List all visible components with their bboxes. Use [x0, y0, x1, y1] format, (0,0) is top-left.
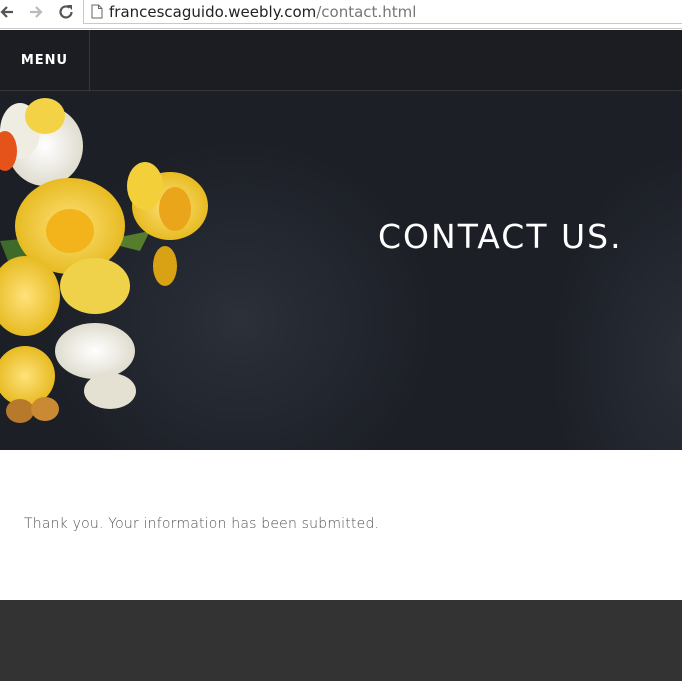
page-title: CONTACT US.: [378, 217, 623, 256]
submission-confirmation-text: Thank you. Your information has been sub…: [24, 516, 380, 532]
site-footer: [0, 600, 682, 681]
reload-button[interactable]: [56, 2, 76, 22]
url-text: francescaguido.weebly.com/contact.html: [109, 3, 416, 21]
forward-button[interactable]: [26, 2, 46, 22]
browser-toolbar: francescaguido.weebly.com/contact.html: [0, 0, 682, 29]
back-button[interactable]: [0, 2, 17, 22]
daffodil-bouquet-image: [0, 98, 208, 423]
reload-icon: [59, 5, 73, 19]
main-content: Thank you. Your information has been sub…: [0, 450, 682, 600]
menu-button[interactable]: MENU: [0, 30, 90, 90]
page-icon: [91, 4, 103, 19]
site-header: MENU: [0, 30, 682, 91]
url-host: francescaguido.weebly.com: [109, 2, 317, 21]
hero-banner: CONTACT US.: [0, 91, 682, 450]
arrow-left-icon: [0, 6, 13, 18]
arrow-right-icon: [30, 6, 43, 18]
address-bar[interactable]: francescaguido.weebly.com/contact.html: [83, 0, 682, 24]
url-path: /contact.html: [316, 2, 417, 21]
